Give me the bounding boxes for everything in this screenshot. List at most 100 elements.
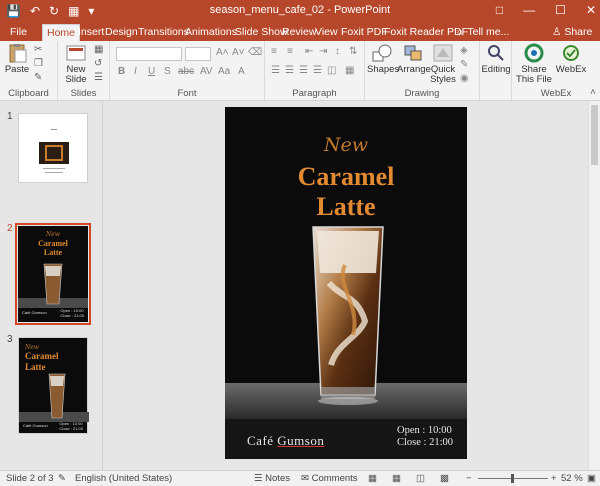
- webex-icon: [563, 45, 579, 61]
- quick-styles-button[interactable]: Quick Styles: [429, 43, 457, 85]
- lightbulb-icon: ☼: [455, 26, 468, 38]
- decrease-indent-icon[interactable]: ⇤: [305, 46, 313, 57]
- webex-button[interactable]: WebEx: [554, 43, 588, 75]
- smartart-icon[interactable]: ▦: [345, 65, 354, 76]
- group-label-paragraph: Paragraph: [292, 88, 337, 99]
- group-slides: New Slide ▦ ↺ ☰ Slides: [58, 41, 110, 101]
- thumbnail-number-3: 3: [7, 334, 13, 345]
- share-file-icon: [524, 43, 544, 63]
- reset-icon[interactable]: ↺: [94, 58, 102, 69]
- group-clipboard: Paste ✂ ❐ ✎ Clipboard: [0, 41, 58, 101]
- align-right-icon[interactable]: ☰: [299, 65, 308, 76]
- font-name-box[interactable]: [116, 47, 182, 61]
- ribbon-display-icon[interactable]: □: [496, 2, 503, 18]
- increase-indent-icon[interactable]: ⇥: [319, 46, 327, 57]
- shape-effects-icon[interactable]: ◉: [460, 73, 469, 84]
- zoom-slider-thumb[interactable]: [511, 474, 514, 483]
- notes-icon: ☰: [254, 473, 266, 484]
- latte-glass-image[interactable]: [225, 225, 467, 459]
- font-color-icon[interactable]: A: [238, 66, 245, 77]
- spell-check-icon[interactable]: ✎: [58, 473, 66, 484]
- slide-thumbnail-3[interactable]: New Caramel Latte Café Gumson Open : 10:…: [18, 337, 89, 434]
- underline-icon[interactable]: U: [148, 66, 155, 77]
- group-label-slides: Slides: [70, 88, 97, 99]
- ribbon: Paste ✂ ❐ ✎ Clipboard New Slide ▦ ↺ ☰ Sl…: [0, 41, 600, 101]
- slide-sorter-icon[interactable]: ▦: [392, 473, 401, 484]
- thumb1-title-line: [51, 129, 57, 130]
- line-spacing-icon[interactable]: ↕: [335, 46, 340, 57]
- shrink-font-icon[interactable]: A˅: [232, 47, 245, 58]
- zoom-level[interactable]: 52 %: [561, 473, 583, 484]
- font-size-box[interactable]: [185, 47, 211, 61]
- thumb2-hours: Open : 10:00 Close : 21:00: [60, 308, 84, 318]
- text-direction-icon[interactable]: ⇅: [349, 46, 357, 57]
- align-center-icon[interactable]: ☰: [285, 65, 294, 76]
- group-label-drawing: Drawing: [404, 88, 440, 99]
- paste-button[interactable]: Paste: [4, 43, 30, 75]
- shadow-icon[interactable]: S: [164, 66, 171, 77]
- title-bar: 💾 ↶ ↻ ▦ ▾ season_menu_cafe_02 - PowerPoi…: [0, 0, 600, 22]
- bold-icon[interactable]: B: [118, 66, 125, 77]
- close-icon[interactable]: ✕: [586, 2, 596, 18]
- change-case-icon[interactable]: Aa: [218, 66, 230, 77]
- zoom-out-icon[interactable]: −: [466, 473, 472, 484]
- notes-button[interactable]: ☰ Notes: [254, 473, 290, 484]
- shape-outline-icon[interactable]: ✎: [460, 59, 468, 70]
- thumb2-cafe-text: Café Gumson: [22, 310, 47, 315]
- arrange-button[interactable]: Arrange: [397, 43, 431, 75]
- current-slide[interactable]: New Caramel Latte Café Gumson Open : 10:…: [225, 107, 467, 459]
- vertical-scrollbar[interactable]: [588, 101, 600, 470]
- scroll-thumb[interactable]: [591, 105, 598, 165]
- justify-icon[interactable]: ☰: [313, 65, 322, 76]
- reading-view-icon[interactable]: ◫: [416, 473, 425, 484]
- slide-headline[interactable]: Caramel Latte: [225, 162, 467, 222]
- columns-icon[interactable]: ◫: [327, 65, 336, 76]
- tab-file[interactable]: File: [6, 24, 31, 41]
- group-label-clipboard: Clipboard: [8, 88, 49, 99]
- thumb2-new-label: New: [46, 231, 60, 238]
- editing-button[interactable]: Editing: [481, 43, 511, 75]
- minimize-icon[interactable]: —: [523, 2, 535, 18]
- share-button[interactable]: ♙ Share: [548, 24, 596, 41]
- shapes-button[interactable]: Shapes: [367, 43, 399, 75]
- shapes-icon: [372, 44, 392, 62]
- bullets-icon[interactable]: ≡: [271, 46, 277, 57]
- italic-icon[interactable]: I: [134, 66, 137, 77]
- shape-fill-icon[interactable]: ◈: [460, 45, 468, 56]
- grow-font-icon[interactable]: A˄: [216, 47, 229, 58]
- slide-thumbnail-1[interactable]: [18, 113, 88, 183]
- fit-to-window-icon[interactable]: ▣: [587, 473, 596, 484]
- zoom-in-icon[interactable]: +: [551, 473, 557, 484]
- thumb1-caption-line: [43, 168, 65, 169]
- paste-icon: [9, 44, 27, 63]
- language-indicator[interactable]: English (United States): [75, 473, 172, 484]
- slide-thumbnail-2[interactable]: New Caramel Latte Café Gumson Open : 10:…: [15, 223, 91, 325]
- cut-icon[interactable]: ✂: [34, 44, 42, 55]
- copy-icon[interactable]: ❐: [34, 58, 43, 69]
- clear-format-icon[interactable]: ⌫: [248, 47, 262, 58]
- slide-new-label[interactable]: New: [225, 134, 467, 156]
- slide-show-view-icon[interactable]: ▩: [440, 473, 449, 484]
- share-this-file-button[interactable]: Share This File: [514, 43, 554, 85]
- tab-tell-me[interactable]: ☼ Tell me...: [451, 24, 513, 41]
- slide-indicator: Slide 2 of 3: [6, 473, 54, 484]
- opening-hours[interactable]: Open : 10:00 Close : 21:00: [397, 425, 453, 449]
- numbering-icon[interactable]: ≡: [287, 46, 293, 57]
- arrange-icon: [404, 45, 422, 61]
- restore-icon[interactable]: ☐: [555, 2, 566, 18]
- layout-icon[interactable]: ▦: [94, 44, 103, 55]
- cafe-name[interactable]: Café Gumson: [247, 433, 324, 449]
- new-slide-button[interactable]: New Slide: [61, 43, 91, 85]
- section-icon[interactable]: ☰: [94, 72, 103, 83]
- strikethrough-icon[interactable]: abc: [178, 66, 194, 77]
- normal-view-icon[interactable]: ▦: [368, 473, 377, 484]
- person-icon: ♙: [552, 26, 565, 38]
- thumb3-new-label: New: [25, 344, 39, 351]
- format-painter-icon[interactable]: ✎: [34, 72, 42, 83]
- group-editing: Editing: [480, 41, 512, 101]
- thumb3-headline: Caramel Latte: [25, 351, 59, 372]
- char-spacing-icon[interactable]: AV: [200, 66, 213, 77]
- comments-button[interactable]: ✉ Comments: [301, 473, 358, 484]
- align-left-icon[interactable]: ☰: [271, 65, 280, 76]
- group-font: A˄ A˅ ⌫ B I U S abc AV Aa A Font: [110, 41, 265, 101]
